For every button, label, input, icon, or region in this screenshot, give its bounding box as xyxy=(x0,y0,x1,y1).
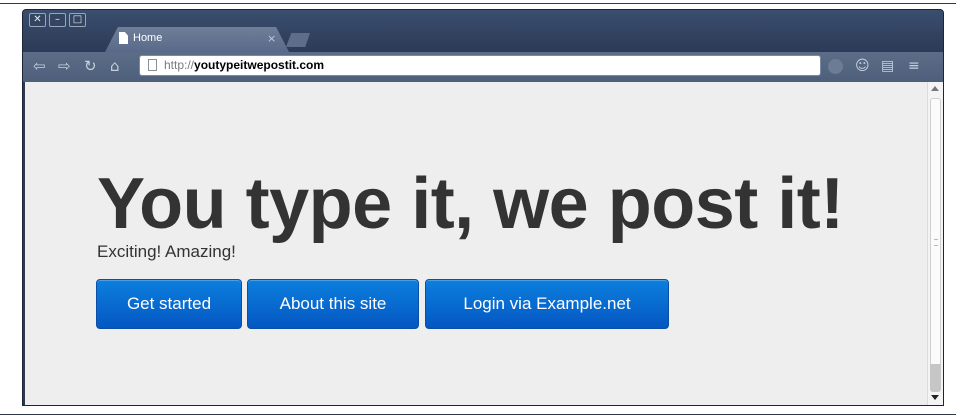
close-window-icon[interactable]: ✕ xyxy=(29,13,46,27)
extension-icon[interactable] xyxy=(828,59,843,74)
scroll-up-arrow-icon[interactable] xyxy=(931,86,939,91)
menu-icon[interactable]: ≡ xyxy=(908,57,920,75)
scrollbar-thumb[interactable] xyxy=(930,98,941,386)
title-bar: ✕ – □ Home × xyxy=(23,10,943,52)
url-text[interactable]: http://youtypeitwepostit.com xyxy=(164,58,324,73)
url-protocol: http:// xyxy=(164,58,195,72)
page-subtitle: Exciting! Amazing! xyxy=(97,242,236,261)
address-bar[interactable]: http://youtypeitwepostit.com xyxy=(139,55,821,76)
new-tab-button[interactable] xyxy=(286,33,310,47)
vertical-scrollbar[interactable] xyxy=(927,82,943,405)
minimize-window-icon[interactable]: – xyxy=(49,13,66,27)
maximize-window-icon[interactable]: □ xyxy=(69,13,86,27)
back-arrow-icon[interactable]: ⇦ xyxy=(33,56,46,76)
tab-title: Home xyxy=(133,32,163,44)
about-site-button[interactable]: About this site xyxy=(247,279,419,329)
browser-window: ✕ – □ Home × ⇦ ⇨ ↻ ⌂ http://youtypeitwep… xyxy=(22,9,944,406)
home-icon[interactable]: ⌂ xyxy=(110,56,120,76)
reload-icon[interactable]: ↻ xyxy=(84,56,97,76)
bottom-border xyxy=(0,414,956,415)
forward-arrow-icon[interactable]: ⇨ xyxy=(58,56,71,76)
scrollbar-track-end xyxy=(930,364,941,392)
url-host: youtypeitwepostit.com xyxy=(194,58,325,72)
tab-close-icon[interactable]: × xyxy=(267,33,276,45)
page-icon xyxy=(148,59,157,71)
top-border xyxy=(0,3,956,4)
get-started-button[interactable]: Get started xyxy=(96,279,242,329)
page-title: You type it, we post it! xyxy=(97,164,844,244)
page-content: You type it, we post it! Exciting! Amazi… xyxy=(25,82,927,405)
folder-icon[interactable]: ▤ xyxy=(881,57,894,75)
scroll-down-arrow-icon[interactable] xyxy=(931,395,939,400)
scrollbar-grip-icon xyxy=(934,239,938,246)
browser-toolbar: ⇦ ⇨ ↻ ⌂ http://youtypeitwepostit.com ☺ ▤… xyxy=(23,52,943,82)
pocket-icon[interactable]: ☺ xyxy=(855,57,870,75)
login-example-button[interactable]: Login via Example.net xyxy=(425,279,669,329)
